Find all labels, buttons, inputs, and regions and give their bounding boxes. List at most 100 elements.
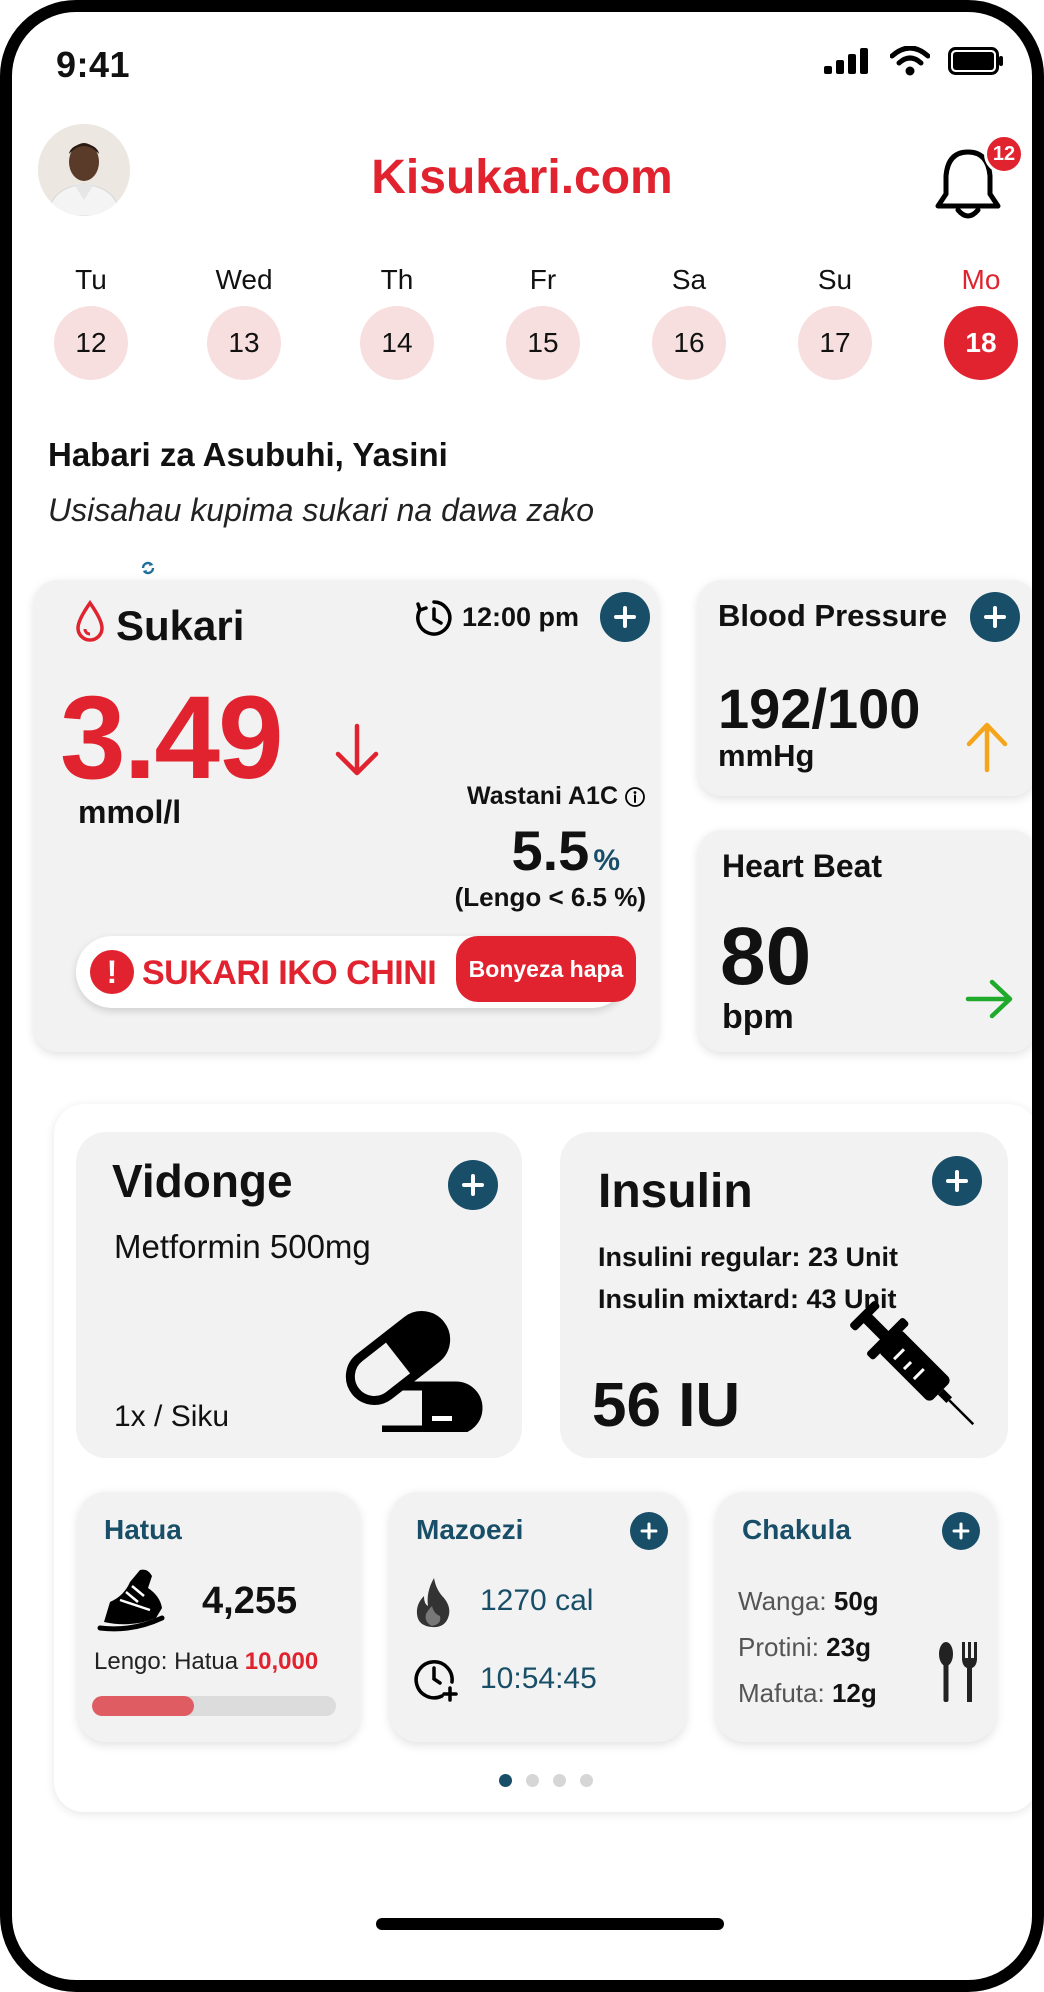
heart-beat-card[interactable]: Heart Beat 80 bpm bbox=[698, 830, 1032, 1052]
day-name: Th bbox=[380, 264, 414, 295]
bp-value: 192/100 bbox=[718, 677, 921, 740]
info-icon[interactable] bbox=[624, 786, 646, 808]
hatua-goal: Lengo: Hatua 10,000 bbox=[94, 1648, 318, 1676]
shoe-icon bbox=[97, 1569, 165, 1632]
chakula-row: Protini: 23g bbox=[738, 1632, 871, 1663]
status-icons bbox=[824, 46, 1004, 76]
mazoezi-calories: 1270 cal bbox=[480, 1584, 594, 1617]
a1c-number: 5.5 bbox=[511, 819, 590, 882]
phone-frame: 9:41 Kisukari.com 12 Tu 12 Wed 13 Th 14 … bbox=[0, 0, 1044, 1992]
battery-icon bbox=[948, 47, 1003, 75]
insulin-total: 56 IU bbox=[592, 1371, 741, 1440]
up-arrow-icon bbox=[966, 722, 1008, 773]
day-date: 16 bbox=[652, 306, 726, 380]
chakula-row: Mafuta: 12g bbox=[738, 1678, 877, 1709]
low-sugar-alert: ! SUKARI IKO CHINI Bonyeza hapa bbox=[76, 936, 636, 1008]
sukari-time: 12:00 pm bbox=[462, 602, 580, 632]
plus-icon bbox=[946, 1170, 968, 1192]
notifications-button[interactable]: 12 bbox=[930, 134, 1024, 224]
status-time: 9:41 bbox=[56, 44, 131, 85]
chakula-row: Wanga: 50g bbox=[738, 1586, 879, 1617]
sukari-title: Sukari bbox=[116, 602, 245, 649]
vidonge-card[interactable]: Vidonge Metformin 500mg 1x / Siku bbox=[76, 1132, 522, 1458]
day-item[interactable]: Th 14 bbox=[360, 260, 434, 380]
add-insulin-button[interactable] bbox=[932, 1156, 982, 1206]
add-mazoezi-button[interactable] bbox=[630, 1512, 668, 1550]
mazoezi-card[interactable]: Mazoezi 1270 cal 10:54:45 bbox=[390, 1492, 686, 1742]
chakula-card[interactable]: Chakula Wanga: 50g Protini: 23g Mafuta: … bbox=[716, 1492, 996, 1742]
chakula-title: Chakula bbox=[742, 1514, 851, 1545]
sukari-value: 3.49 bbox=[60, 672, 284, 804]
hatua-card[interactable]: Hatua 4,255 Lengo: Hatua 10,000 bbox=[78, 1492, 360, 1742]
day-name: Wed bbox=[215, 264, 273, 295]
day-date: 14 bbox=[360, 306, 434, 380]
a1c-unit: % bbox=[593, 844, 620, 877]
plus-icon bbox=[640, 1522, 658, 1540]
bp-title: Blood Pressure bbox=[718, 598, 948, 633]
day-item[interactable]: Su 17 bbox=[798, 260, 872, 380]
reminder-text: Usisahau kupima sukari na dawa zako bbox=[48, 492, 595, 528]
plus-icon bbox=[984, 606, 1006, 628]
chakula-label: Wanga: bbox=[738, 1586, 827, 1616]
chakula-value: 50g bbox=[833, 1586, 879, 1616]
add-sukari-button[interactable] bbox=[600, 592, 650, 642]
sukari-card[interactable]: Sukari 12:00 pm 3.49 mmol/l Wastani A1C … bbox=[34, 580, 658, 1052]
day-name: Sa bbox=[671, 264, 707, 295]
status-bar: 9:41 bbox=[12, 12, 1032, 112]
day-name: Mo bbox=[961, 264, 1001, 295]
day-name: Fr bbox=[529, 264, 557, 295]
insulin-card[interactable]: Insulin Insulini regular: 23 Unit Insuli… bbox=[560, 1132, 1008, 1458]
vidonge-title: Vidonge bbox=[112, 1155, 293, 1207]
insulin-regular: Insulini regular: 23 Unit bbox=[598, 1242, 899, 1272]
add-chakula-button[interactable] bbox=[942, 1512, 980, 1550]
page-dot[interactable] bbox=[526, 1774, 539, 1787]
down-arrow-icon bbox=[335, 723, 379, 776]
day-date: 17 bbox=[798, 306, 872, 380]
day-item[interactable]: Fr 15 bbox=[506, 260, 580, 380]
syringe-icon bbox=[850, 1301, 975, 1426]
flame-icon bbox=[416, 1578, 450, 1628]
blood-pressure-card[interactable]: Blood Pressure 192/100 mmHg bbox=[698, 580, 1032, 796]
day-item[interactable]: Tu 12 bbox=[54, 260, 128, 380]
day-name: Su bbox=[817, 264, 853, 295]
plus-icon bbox=[952, 1522, 970, 1540]
drop-icon bbox=[76, 600, 104, 642]
insulin-title: Insulin bbox=[598, 1165, 753, 1218]
refresh-icon[interactable] bbox=[140, 560, 156, 576]
pagination-dots bbox=[54, 1774, 1032, 1787]
day-date: 15 bbox=[506, 306, 580, 380]
sukari-unit: mmol/l bbox=[78, 794, 182, 830]
alert-text: SUKARI IKO CHINI bbox=[142, 954, 437, 992]
mazoezi-title: Mazoezi bbox=[416, 1514, 524, 1545]
vidonge-frequency: 1x / Siku bbox=[114, 1400, 230, 1433]
day-item-selected[interactable]: Mo 18 bbox=[944, 260, 1018, 380]
hatua-progress-bar bbox=[92, 1696, 336, 1716]
home-indicator[interactable] bbox=[376, 1918, 724, 1930]
plus-icon bbox=[614, 606, 636, 628]
page-dot[interactable] bbox=[553, 1774, 566, 1787]
add-blood-pressure-button[interactable] bbox=[970, 592, 1020, 642]
pill-icon bbox=[345, 1311, 483, 1432]
notification-badge: 12 bbox=[984, 134, 1024, 174]
page-dot-active[interactable] bbox=[499, 1774, 512, 1787]
day-date: 13 bbox=[207, 306, 281, 380]
vidonge-drug: Metformin 500mg bbox=[114, 1228, 371, 1265]
a1c-value: 5.5% bbox=[511, 818, 620, 883]
add-vidonge-button[interactable] bbox=[448, 1160, 498, 1210]
day-strip: Tu 12 Wed 13 Th 14 Fr 15 Sa 16 Su 17 Mo … bbox=[40, 260, 1030, 380]
alert-action-button[interactable]: Bonyeza hapa bbox=[456, 936, 636, 1002]
chakula-value: 12g bbox=[831, 1678, 877, 1708]
day-item[interactable]: Wed 13 bbox=[207, 260, 281, 380]
plus-icon bbox=[462, 1174, 484, 1196]
mazoezi-duration: 10:54:45 bbox=[480, 1662, 597, 1695]
clock-icon bbox=[416, 600, 452, 636]
page-dot[interactable] bbox=[580, 1774, 593, 1787]
hb-unit: bpm bbox=[722, 998, 794, 1036]
a1c-label: Wastani A1C bbox=[467, 782, 646, 811]
wifi-icon bbox=[890, 46, 930, 76]
hb-value: 80 bbox=[720, 911, 812, 1002]
day-item[interactable]: Sa 16 bbox=[652, 260, 726, 380]
hatua-progress-fill bbox=[92, 1696, 195, 1716]
right-arrow-icon bbox=[965, 979, 1013, 1019]
timer-icon bbox=[414, 1660, 458, 1702]
